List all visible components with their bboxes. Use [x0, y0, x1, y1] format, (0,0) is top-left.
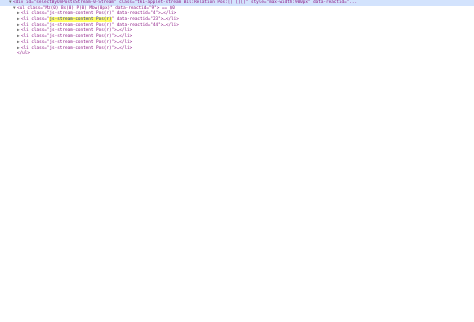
node-markup-suffix: " data-reactid="23">…</li> [111, 17, 179, 23]
node-markup: <li class="js-stream-content Pos(r)" dat… [21, 22, 179, 28]
node-markup: <li class="js-stream-content Pos(r)" dat… [21, 11, 177, 17]
node-markup: <li class="js-stream-content Pos(r)">…</… [21, 39, 133, 45]
node-markup: <ul class="Mz(0) Bs(0) P(0) Mbw(0px)" da… [17, 5, 175, 11]
node-markup-prefix: <li class=" [21, 17, 50, 23]
node-markup: <div id="selectByOnPostsStream-0-Stream"… [13, 0, 358, 5]
dom-node-ul-close[interactable]: </ul> [0, 51, 474, 57]
node-markup: <li class="js-stream-content Pos(r)">…</… [21, 28, 133, 34]
node-markup: <li class="js-stream-content Pos(r)">…</… [21, 34, 133, 40]
node-markup: <li class="js-stream-content Pos(r)">…</… [21, 45, 133, 51]
node-markup: </ul> [17, 51, 30, 57]
dom-elements-tree: ▼<div id="selectByOnPostsStream-0-Stream… [0, 0, 474, 322]
search-highlight: js-stream-content Pos(r) [49, 17, 112, 23]
